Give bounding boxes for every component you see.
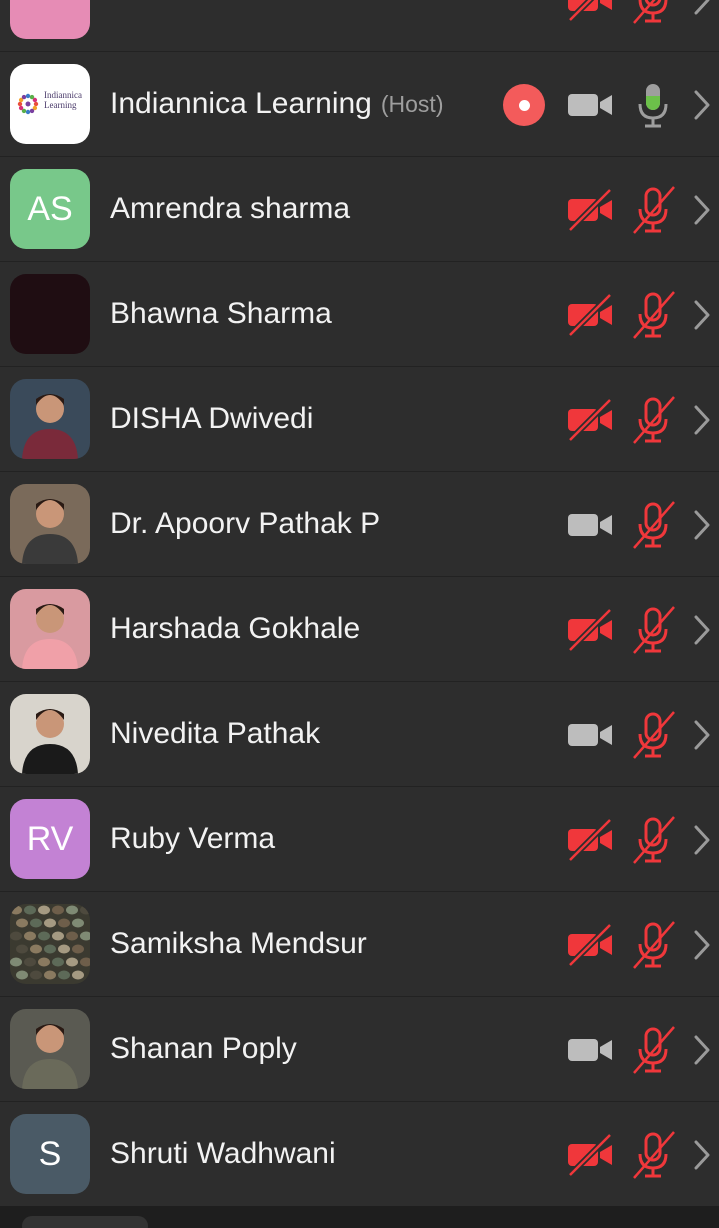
participant-name: Bhawna Sharma	[110, 297, 332, 330]
participant-name: Harshada Gokhale	[110, 612, 361, 645]
participant-row[interactable]: RV Ruby Verma	[0, 787, 719, 892]
avatar: Indiannica Learning	[10, 64, 90, 144]
participant-list[interactable]: Indiannica Learning Indiannica Learning …	[0, 0, 719, 1207]
chevron-right-icon[interactable]	[690, 1033, 714, 1067]
participant-name-wrap: DISHA Dwivedi	[110, 367, 313, 471]
microphone-muted-icon[interactable]	[630, 1025, 678, 1075]
participant-row[interactable]: Samiksha Mendsur	[0, 892, 719, 997]
participant-name: Samiksha Mendsur	[110, 927, 367, 960]
chevron-right-icon[interactable]	[690, 928, 714, 962]
video-camera-icon[interactable]	[566, 711, 614, 759]
participants-screen: Indiannica Learning Indiannica Learning …	[0, 0, 719, 1228]
microphone-muted-icon[interactable]	[630, 185, 678, 235]
chevron-right-icon[interactable]	[690, 1138, 714, 1172]
video-off-icon[interactable]	[566, 186, 614, 234]
participant-row[interactable]	[0, 0, 719, 52]
participant-row[interactable]: AS Amrendra sharma	[0, 157, 719, 262]
participant-row[interactable]: Indiannica Learning Indiannica Learning …	[0, 52, 719, 157]
participant-name: Shruti Wadhwani	[110, 1137, 336, 1170]
avatar	[10, 379, 90, 459]
microphone-muted-icon[interactable]	[630, 0, 678, 25]
participant-name: Shanan Poply	[110, 1032, 297, 1065]
avatar	[10, 274, 90, 354]
chevron-right-icon[interactable]	[690, 193, 714, 227]
video-off-icon[interactable]	[566, 816, 614, 864]
participant-name-wrap: Nivedita Pathak	[110, 682, 320, 786]
record-icon	[503, 84, 545, 126]
microphone-active-icon[interactable]	[630, 80, 678, 130]
participant-name-wrap: Amrendra sharma	[110, 157, 350, 261]
avatar	[10, 1009, 90, 1089]
avatar: S	[10, 1114, 90, 1194]
avatar	[10, 0, 90, 39]
participant-name: Amrendra sharma	[110, 192, 351, 225]
bottom-pill-button[interactable]	[22, 1216, 148, 1228]
video-off-icon[interactable]	[566, 396, 614, 444]
video-camera-icon[interactable]	[566, 501, 614, 549]
participant-name-wrap: Dr. Apoorv Pathak P	[110, 472, 380, 576]
chevron-right-icon[interactable]	[690, 88, 714, 122]
participant-name: Indiannica Learning	[110, 87, 372, 120]
participant-row[interactable]: S Shruti Wadhwani	[0, 1102, 719, 1207]
chevron-right-icon[interactable]	[690, 508, 714, 542]
participant-row[interactable]: Shanan Poply	[0, 997, 719, 1102]
avatar	[10, 694, 90, 774]
participant-name: Nivedita Pathak	[110, 717, 321, 750]
video-off-icon[interactable]	[566, 291, 614, 339]
video-camera-icon[interactable]	[566, 1026, 614, 1074]
microphone-muted-icon[interactable]	[630, 1130, 678, 1180]
participant-name: DISHA Dwivedi	[110, 402, 314, 435]
participant-name: Ruby Verma	[110, 822, 276, 855]
participant-name-wrap: Shanan Poply	[110, 997, 297, 1101]
chevron-right-icon[interactable]	[690, 823, 714, 857]
microphone-muted-icon[interactable]	[630, 920, 678, 970]
video-camera-icon[interactable]	[566, 81, 614, 129]
chevron-right-icon[interactable]	[690, 298, 714, 332]
participant-name-wrap: Harshada Gokhale	[110, 577, 360, 681]
video-off-icon[interactable]	[566, 0, 614, 24]
participant-row[interactable]: Bhawna Sharma	[0, 262, 719, 367]
microphone-muted-icon[interactable]	[630, 815, 678, 865]
chevron-right-icon[interactable]	[690, 718, 714, 752]
video-off-icon[interactable]	[566, 606, 614, 654]
participant-name-wrap: Ruby Verma	[110, 787, 275, 891]
host-label: (Host)	[380, 90, 444, 117]
avatar	[10, 484, 90, 564]
avatar	[10, 904, 90, 984]
chevron-right-icon[interactable]	[690, 613, 714, 647]
video-off-icon[interactable]	[566, 921, 614, 969]
participant-name-wrap: Indiannica Learning (Host)	[110, 52, 444, 156]
microphone-muted-icon[interactable]	[630, 710, 678, 760]
participant-name: Dr. Apoorv Pathak P	[110, 507, 381, 540]
microphone-muted-icon[interactable]	[630, 290, 678, 340]
participant-row[interactable]: Dr. Apoorv Pathak P	[0, 472, 719, 577]
microphone-muted-icon[interactable]	[630, 395, 678, 445]
chevron-right-icon[interactable]	[690, 403, 714, 437]
avatar	[10, 589, 90, 669]
logo-text: Indiannica Learning	[44, 90, 82, 110]
participant-row[interactable]: Nivedita Pathak	[0, 682, 719, 787]
participant-row[interactable]: Harshada Gokhale	[0, 577, 719, 682]
participant-name-wrap: Bhawna Sharma	[110, 262, 332, 366]
chevron-right-icon[interactable]	[690, 0, 714, 17]
bottom-bar	[0, 1206, 719, 1228]
avatar: RV	[10, 799, 90, 879]
participant-name-wrap: Samiksha Mendsur	[110, 892, 367, 996]
microphone-muted-icon[interactable]	[630, 500, 678, 550]
avatar: AS	[10, 169, 90, 249]
microphone-muted-icon[interactable]	[630, 605, 678, 655]
participant-name-wrap: Shruti Wadhwani	[110, 1102, 336, 1206]
participant-row[interactable]: DISHA Dwivedi	[0, 367, 719, 472]
video-off-icon[interactable]	[566, 1131, 614, 1179]
